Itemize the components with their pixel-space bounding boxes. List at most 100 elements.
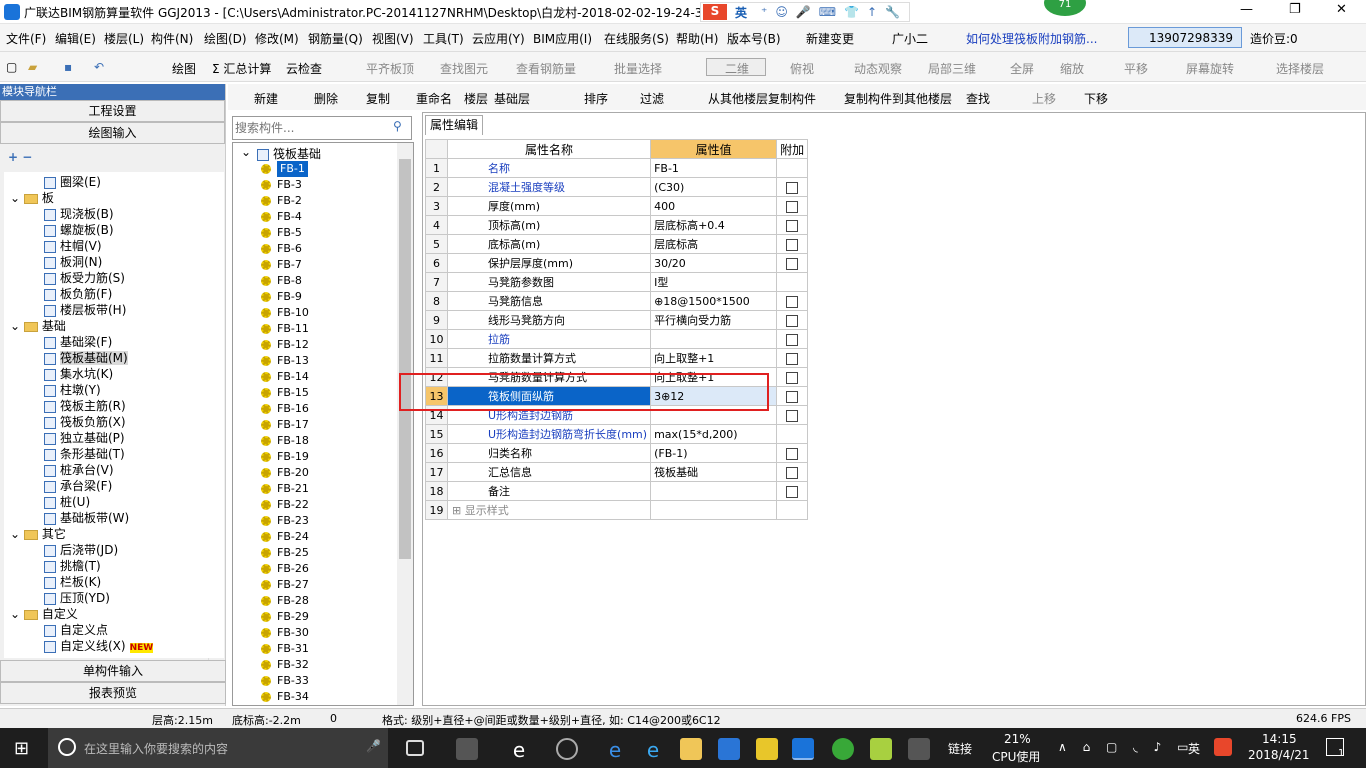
report-preview-button[interactable]: 报表预览 bbox=[0, 682, 226, 704]
copy-from-floor-button[interactable]: 从其他楼层复制构件 bbox=[708, 90, 816, 107]
tree-collapse-icon[interactable]: ⌄ bbox=[241, 145, 251, 159]
user-account[interactable]: 13907298339 bbox=[1128, 27, 1242, 48]
save-icon[interactable]: ▪ bbox=[64, 60, 72, 74]
local-3d-button[interactable]: 局部三维 bbox=[928, 60, 976, 77]
find-element-button[interactable]: 查找图元 bbox=[440, 60, 488, 77]
property-value[interactable]: 层底标高 bbox=[650, 234, 778, 254]
tree-folder[interactable]: ⌄ 其它 bbox=[10, 526, 66, 542]
property-value[interactable] bbox=[650, 500, 778, 520]
component-list-item[interactable]: FB-33 bbox=[261, 673, 309, 689]
menu-modify[interactable]: 修改(M) bbox=[255, 30, 299, 47]
copy-button[interactable]: 复制 bbox=[366, 90, 390, 107]
batch-select-button[interactable]: 批量选择 bbox=[614, 60, 662, 77]
select-floor-button[interactable]: 选择楼层 bbox=[1276, 60, 1324, 77]
close-button[interactable]: ✕ bbox=[1336, 2, 1347, 17]
property-row[interactable]: 15 U形构造封边钢筋弯折长度(mm) max(15*d,200) bbox=[425, 424, 809, 444]
menu-new-change[interactable]: 新建变更 bbox=[806, 30, 854, 47]
expand-icon[interactable]: ⌄ bbox=[10, 607, 24, 621]
menu-rebar-qty[interactable]: 钢筋量(Q) bbox=[308, 30, 363, 47]
tray-sogou-icon[interactable] bbox=[1214, 738, 1232, 756]
help-link[interactable]: 如何处理筏板附加钢筋... bbox=[966, 30, 1097, 47]
tree-item[interactable]: 桩(U) bbox=[44, 494, 90, 510]
find-button[interactable]: 查找 bbox=[966, 90, 990, 107]
property-value[interactable]: ⊕18@1500*1500 bbox=[650, 291, 778, 311]
search-icon[interactable]: ⚲ bbox=[393, 119, 402, 133]
component-list-item[interactable]: FB-25 bbox=[261, 545, 309, 561]
single-component-input-button[interactable]: 单构件输入 bbox=[0, 660, 226, 682]
attach-checkbox[interactable] bbox=[786, 314, 799, 327]
property-row[interactable]: 3 厚度(mm) 400 bbox=[425, 196, 809, 216]
tree-item[interactable]: 筏板基础(M) bbox=[44, 350, 128, 366]
pan-button[interactable]: 平移 bbox=[1124, 60, 1148, 77]
ie-icon[interactable]: e bbox=[642, 738, 664, 762]
menu-tools[interactable]: 工具(T) bbox=[423, 30, 464, 47]
tree-item[interactable]: 圈梁(E) bbox=[44, 174, 101, 190]
component-list-item[interactable]: FB-21 bbox=[261, 481, 309, 497]
tree-folder[interactable]: ⌄ 基础 bbox=[10, 318, 66, 334]
expand-icon[interactable]: ⌄ bbox=[10, 191, 24, 205]
attach-checkbox[interactable] bbox=[786, 295, 799, 308]
maximize-button[interactable]: ❐ bbox=[1289, 2, 1301, 17]
property-row[interactable]: 4 顶标高(m) 层底标高+0.4 bbox=[425, 215, 809, 235]
top-view-button[interactable]: 俯视 bbox=[790, 60, 814, 77]
move-up-button[interactable]: 上移 bbox=[1032, 90, 1056, 107]
menu-help[interactable]: 帮助(H) bbox=[676, 30, 718, 47]
fan-app-icon[interactable] bbox=[456, 738, 478, 760]
delete-button[interactable]: 删除 bbox=[314, 90, 338, 107]
new-component-button[interactable]: 新建 bbox=[254, 90, 278, 107]
tree-item[interactable]: 楼层板带(H) bbox=[44, 302, 126, 318]
swirl-app-icon[interactable] bbox=[556, 738, 578, 760]
tree-item[interactable]: 基础板带(W) bbox=[44, 510, 129, 526]
component-list-item[interactable]: FB-31 bbox=[261, 641, 309, 657]
menu-draw[interactable]: 绘图(D) bbox=[204, 30, 247, 47]
component-list-item[interactable]: FB-32 bbox=[261, 657, 309, 673]
expand-plus-icon[interactable]: ⊞ bbox=[452, 504, 465, 517]
tree-item[interactable]: 螺旋板(B) bbox=[44, 222, 114, 238]
view-rebar-button[interactable]: 查看钢筋量 bbox=[516, 60, 576, 77]
filter-button[interactable]: 过滤 bbox=[640, 90, 664, 107]
component-list-item[interactable]: FB-8 bbox=[261, 273, 302, 289]
property-row[interactable]: 18 备注 bbox=[425, 481, 809, 501]
attach-checkbox[interactable] bbox=[786, 333, 799, 346]
tree-item[interactable]: 栏板(K) bbox=[44, 574, 101, 590]
property-row[interactable]: 7 马凳筋参数图 Ⅰ型 bbox=[425, 272, 809, 292]
component-list-item[interactable]: FB-22 bbox=[261, 497, 309, 513]
minimize-button[interactable]: — bbox=[1240, 2, 1253, 17]
menu-component[interactable]: 构件(N) bbox=[151, 30, 193, 47]
property-value[interactable]: max(15*d,200) bbox=[650, 424, 778, 444]
floor-select[interactable]: 基础层 bbox=[494, 90, 530, 107]
attach-checkbox[interactable] bbox=[786, 466, 799, 479]
ime-toolbar[interactable]: S 英 ⁺☺🎤⌨👕↑🔧 bbox=[700, 2, 910, 22]
property-value[interactable]: (FB-1) bbox=[650, 443, 778, 463]
property-row[interactable]: 17 汇总信息 筏板基础 bbox=[425, 462, 809, 482]
attach-checkbox[interactable] bbox=[786, 371, 799, 384]
menu-floor[interactable]: 楼层(L) bbox=[104, 30, 144, 47]
rename-button[interactable]: 重命名 bbox=[416, 90, 452, 107]
component-list-item[interactable]: FB-7 bbox=[261, 257, 302, 273]
menu-view[interactable]: 视图(V) bbox=[372, 30, 414, 47]
taskbar-search[interactable]: 在这里输入你要搜索的内容 🎤 bbox=[48, 728, 388, 768]
attach-checkbox[interactable] bbox=[786, 447, 799, 460]
attach-checkbox[interactable] bbox=[786, 238, 799, 251]
property-row[interactable]: 8 马凳筋信息 ⊕18@1500*1500 bbox=[425, 291, 809, 311]
component-list-item[interactable]: FB-30 bbox=[261, 625, 309, 641]
attach-checkbox[interactable] bbox=[786, 390, 799, 403]
property-row[interactable]: 10 拉筋 bbox=[425, 329, 809, 349]
menu-file[interactable]: 文件(F) bbox=[6, 30, 46, 47]
component-list-item[interactable]: FB-19 bbox=[261, 449, 309, 465]
component-list-item[interactable]: FB-6 bbox=[261, 241, 302, 257]
component-list-item[interactable]: FB-34 bbox=[261, 689, 309, 705]
draw-input-button[interactable]: 绘图输入 bbox=[0, 122, 225, 144]
component-list-item[interactable]: FB-12 bbox=[261, 337, 309, 353]
undo-icon[interactable]: ↶ bbox=[94, 60, 104, 74]
sort-button[interactable]: 排序 bbox=[584, 90, 608, 107]
expand-icon[interactable]: ⌄ bbox=[10, 527, 24, 541]
property-row[interactable]: 1 名称 FB-1 bbox=[425, 158, 809, 178]
note-green-icon[interactable] bbox=[870, 738, 892, 760]
tree-item[interactable]: 自定义点 bbox=[44, 622, 108, 638]
tree-item[interactable]: 筏板负筋(X) bbox=[44, 414, 126, 430]
tree-item[interactable]: 柱墩(Y) bbox=[44, 382, 101, 398]
draw-button[interactable]: 绘图 bbox=[172, 60, 196, 77]
property-value[interactable]: 30/20 bbox=[650, 253, 778, 273]
edge-legacy-icon[interactable]: e bbox=[508, 738, 530, 762]
